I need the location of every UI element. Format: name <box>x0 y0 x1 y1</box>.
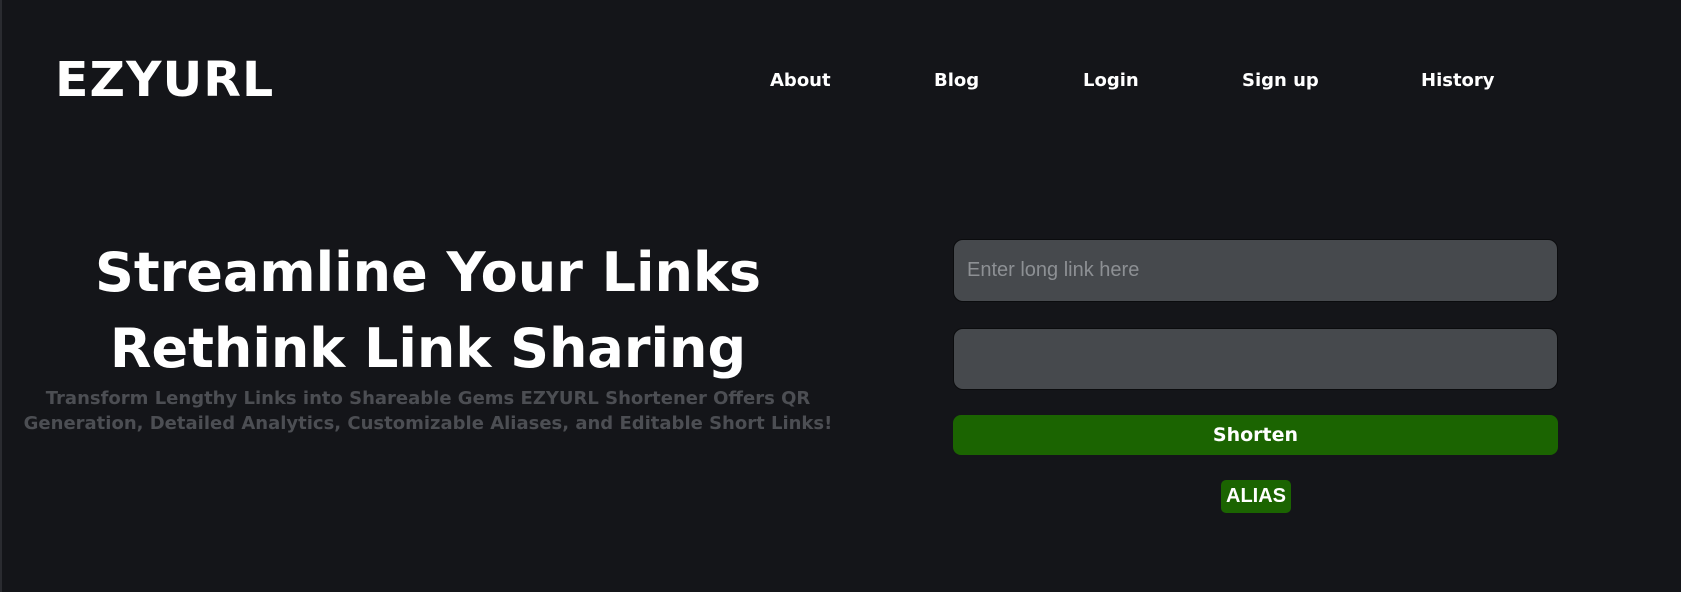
nav-login-link[interactable]: Login <box>1083 68 1139 94</box>
nav-signup-link[interactable]: Sign up <box>1242 68 1319 94</box>
hero-subtitle: Transform Lengthy Links into Shareable G… <box>23 388 833 434</box>
nav-about-link[interactable]: About <box>770 68 831 94</box>
alias-toggle-button[interactable]: ALIAS <box>1221 480 1291 513</box>
custom-alias-input[interactable] <box>953 328 1558 390</box>
nav-blog-link[interactable]: Blog <box>934 68 979 94</box>
hero-title-line-1: Streamline Your Links <box>94 241 762 304</box>
main-nav: About Blog Login Sign up History <box>0 68 1681 94</box>
long-link-input[interactable] <box>953 239 1558 302</box>
hero-title-line-2: Rethink Link Sharing <box>109 317 747 380</box>
nav-history-link[interactable]: History <box>1421 68 1495 94</box>
shorten-button[interactable]: Shorten <box>953 415 1558 455</box>
